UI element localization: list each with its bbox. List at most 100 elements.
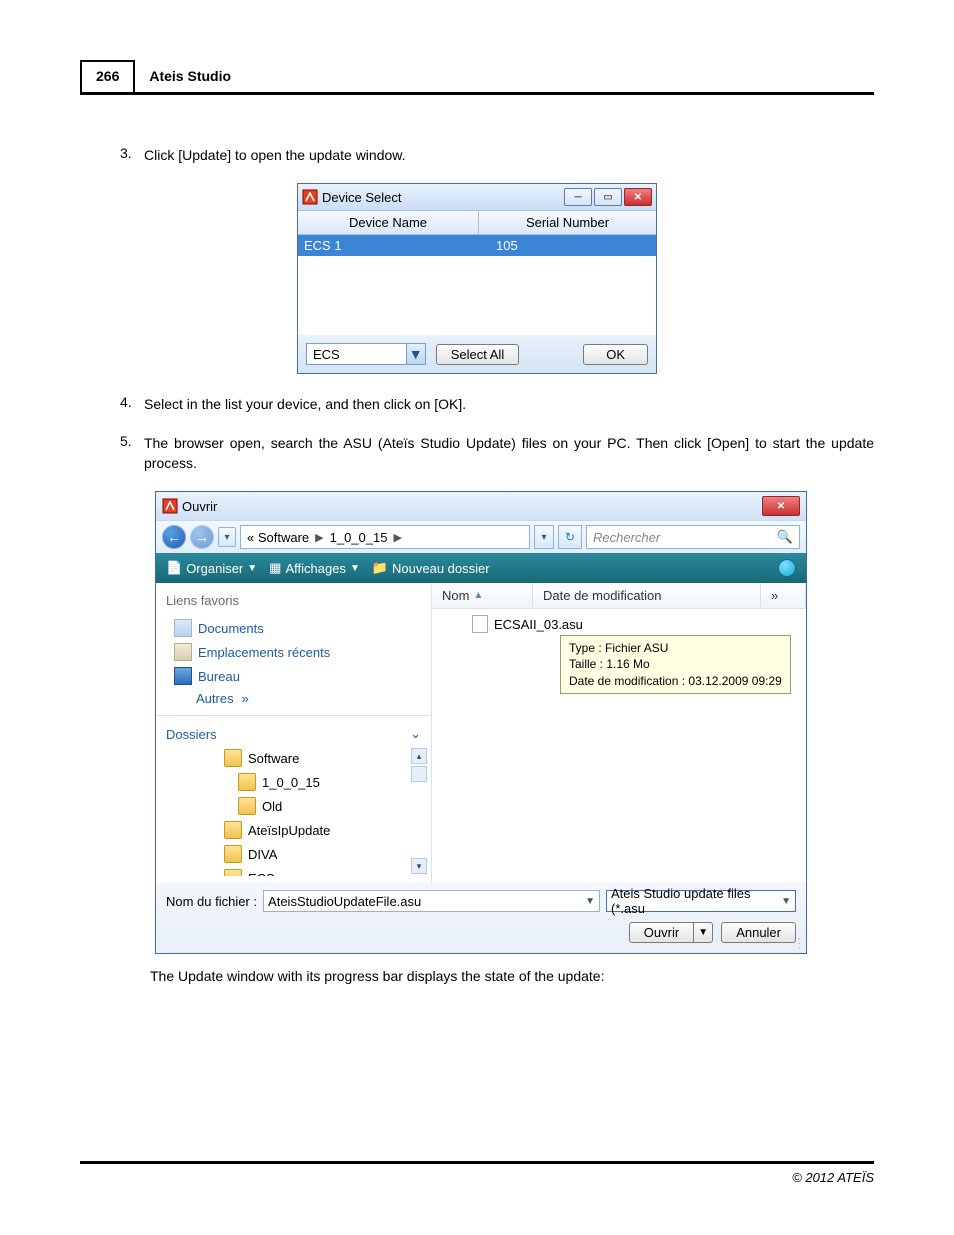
search-placeholder: Rechercher — [593, 530, 660, 545]
combo-value: ECS — [307, 347, 346, 362]
fav-others[interactable]: Autres» — [156, 688, 431, 709]
filetype-select[interactable]: Ateis Studio update files (*.asu ▼ — [606, 890, 796, 912]
step-text: Click [Update] to open the update window… — [144, 145, 874, 165]
path-dropdown[interactable]: ▾ — [534, 525, 554, 549]
filetype-value: Ateis Studio update files (*.asu — [611, 886, 781, 916]
navigation-bar: ← → ▾ « Software ▶ 1_0_0_15 ▶ ▾ ↻ Recher… — [156, 520, 806, 553]
breadcrumb[interactable]: « Software ▶ 1_0_0_15 ▶ — [240, 525, 530, 549]
fav-desktop[interactable]: Bureau — [156, 664, 431, 688]
file-tooltip: Type : Fichier ASU Taille : 1.16 Mo Date… — [560, 635, 791, 694]
page-footer: © 2012 ATEÏS — [80, 1161, 874, 1185]
folders-section: Dossiers ⌄ ▴ ▾ Software 1_0_0_15 Old Ate… — [156, 715, 431, 876]
window-titlebar[interactable]: Device Select ─ ▭ ✕ — [298, 184, 656, 210]
search-icon: 🔍 — [777, 529, 793, 545]
tree-item-version[interactable]: 1_0_0_15 — [224, 770, 431, 794]
tooltip-date: Date de modification : 03.12.2009 09:29 — [569, 673, 782, 689]
filename-input[interactable]: AteisStudioUpdateFile.asu ▼ — [263, 890, 600, 912]
chevron-right-icon: ▶ — [393, 531, 401, 544]
col-device-name[interactable]: Device Name — [298, 211, 479, 234]
close-button[interactable]: ✕ — [624, 188, 652, 206]
chevron-right-icon: ▶ — [315, 531, 323, 544]
cell-device: ECS 1 — [298, 235, 490, 256]
chevron-down-icon: ▼ — [247, 563, 257, 574]
ok-button[interactable]: OK — [583, 344, 648, 365]
step-number: 4. — [120, 394, 144, 414]
folder-icon — [224, 749, 242, 767]
document-icon — [174, 619, 192, 637]
folder-icon — [224, 869, 242, 876]
table-row[interactable]: ECS 1 105 — [298, 235, 656, 256]
dialog-titlebar[interactable]: Ouvrir ✕ — [156, 492, 806, 520]
col-name[interactable]: Nom▲ — [432, 583, 533, 608]
tree-item-old[interactable]: Old — [224, 794, 431, 818]
tree-item-software[interactable]: Software — [224, 746, 431, 770]
scroll-up-button[interactable]: ▴ — [411, 748, 427, 764]
views-button[interactable]: ▦ Affichages ▼ — [269, 560, 360, 576]
filename-value: AteisStudioUpdateFile.asu — [268, 894, 421, 909]
scroll-down-button[interactable]: ▾ — [411, 858, 427, 874]
open-file-dialog: Ouvrir ✕ ← → ▾ « Software ▶ 1_0_0_15 ▶ ▾… — [155, 491, 807, 954]
fav-documents[interactable]: Documents — [156, 616, 431, 640]
app-icon — [302, 189, 318, 205]
table-header: Device Name Serial Number — [298, 210, 656, 235]
help-button[interactable] — [778, 559, 796, 577]
folders-header[interactable]: Dossiers — [166, 727, 217, 742]
back-button[interactable]: ← — [162, 525, 186, 549]
cancel-button[interactable]: Annuler — [721, 922, 796, 943]
scroll-thumb[interactable] — [411, 766, 427, 782]
forward-button[interactable]: → — [190, 525, 214, 549]
tooltip-type: Type : Fichier ASU — [569, 640, 782, 656]
open-button-label: Ouvrir — [629, 922, 694, 943]
device-type-select[interactable]: ECS ▼ — [306, 343, 426, 365]
file-list-pane: Nom▲ Date de modification » ECSAII_03.as… — [432, 583, 806, 882]
folder-icon — [224, 821, 242, 839]
folder-tree[interactable]: Software 1_0_0_15 Old AteïsIpUpdate DIVA… — [156, 746, 431, 876]
col-date[interactable]: Date de modification — [533, 583, 761, 608]
page-number: 266 — [80, 60, 135, 92]
device-list[interactable]: ECS 1 105 — [298, 235, 656, 335]
tooltip-size: Taille : 1.16 Mo — [569, 656, 782, 672]
more-columns-button[interactable]: » — [761, 583, 806, 608]
tree-item-diva[interactable]: DIVA — [224, 842, 431, 866]
desktop-icon — [174, 667, 192, 685]
breadcrumb-item[interactable]: « Software — [247, 530, 309, 545]
step-3: 3. Click [Update] to open the update win… — [120, 145, 874, 165]
page-header: 266 Ateis Studio — [80, 60, 874, 95]
chevron-down-icon[interactable]: ⌄ — [410, 726, 421, 742]
fav-recents[interactable]: Emplacements récents — [156, 640, 431, 664]
close-button[interactable]: ✕ — [762, 496, 800, 516]
maximize-button[interactable]: ▭ — [594, 188, 622, 206]
chevron-down-icon[interactable]: ▼ — [694, 922, 713, 943]
window-footer: ECS ▼ Select All OK — [298, 335, 656, 373]
step-number: 3. — [120, 145, 144, 165]
step-number: 5. — [120, 433, 144, 474]
select-all-button[interactable]: Select All — [436, 344, 519, 365]
app-icon — [162, 498, 178, 514]
dialog-title: Ouvrir — [182, 499, 217, 514]
breadcrumb-item[interactable]: 1_0_0_15 — [330, 530, 388, 545]
header-title: Ateis Studio — [135, 60, 245, 92]
file-icon — [472, 615, 488, 633]
tree-item-ecs[interactable]: ECS — [224, 866, 431, 876]
history-dropdown[interactable]: ▾ — [218, 527, 236, 547]
after-text: The Update window with its progress bar … — [150, 968, 874, 984]
sort-asc-icon: ▲ — [473, 590, 483, 601]
minimize-button[interactable]: ─ — [564, 188, 592, 206]
tree-item-update[interactable]: AteïsIpUpdate — [224, 818, 431, 842]
step-4: 4. Select in the list your device, and t… — [120, 394, 874, 414]
chevron-down-icon: ▼ — [585, 896, 595, 907]
new-folder-button[interactable]: 📁 Nouveau dossier — [372, 560, 490, 576]
chevron-down-icon: ▼ — [781, 896, 791, 907]
favorites-header: Liens favoris — [156, 589, 431, 616]
step-text: The browser open, search the ASU (Ateïs … — [144, 433, 874, 474]
toolbar: 📄 Organiser ▼ ▦ Affichages ▼ 📁 Nouveau d… — [156, 553, 806, 583]
search-input[interactable]: Rechercher 🔍 — [586, 525, 800, 549]
open-button[interactable]: Ouvrir ▼ — [629, 922, 713, 943]
step-5: 5. The browser open, search the ASU (Ate… — [120, 433, 874, 474]
organise-button[interactable]: 📄 Organiser ▼ — [166, 560, 257, 576]
device-select-window: Device Select ─ ▭ ✕ Device Name Serial N… — [297, 183, 657, 374]
col-serial-number[interactable]: Serial Number — [479, 211, 656, 234]
organise-icon: 📄 — [166, 560, 182, 576]
views-icon: ▦ — [269, 560, 281, 576]
refresh-button[interactable]: ↻ — [558, 525, 582, 549]
